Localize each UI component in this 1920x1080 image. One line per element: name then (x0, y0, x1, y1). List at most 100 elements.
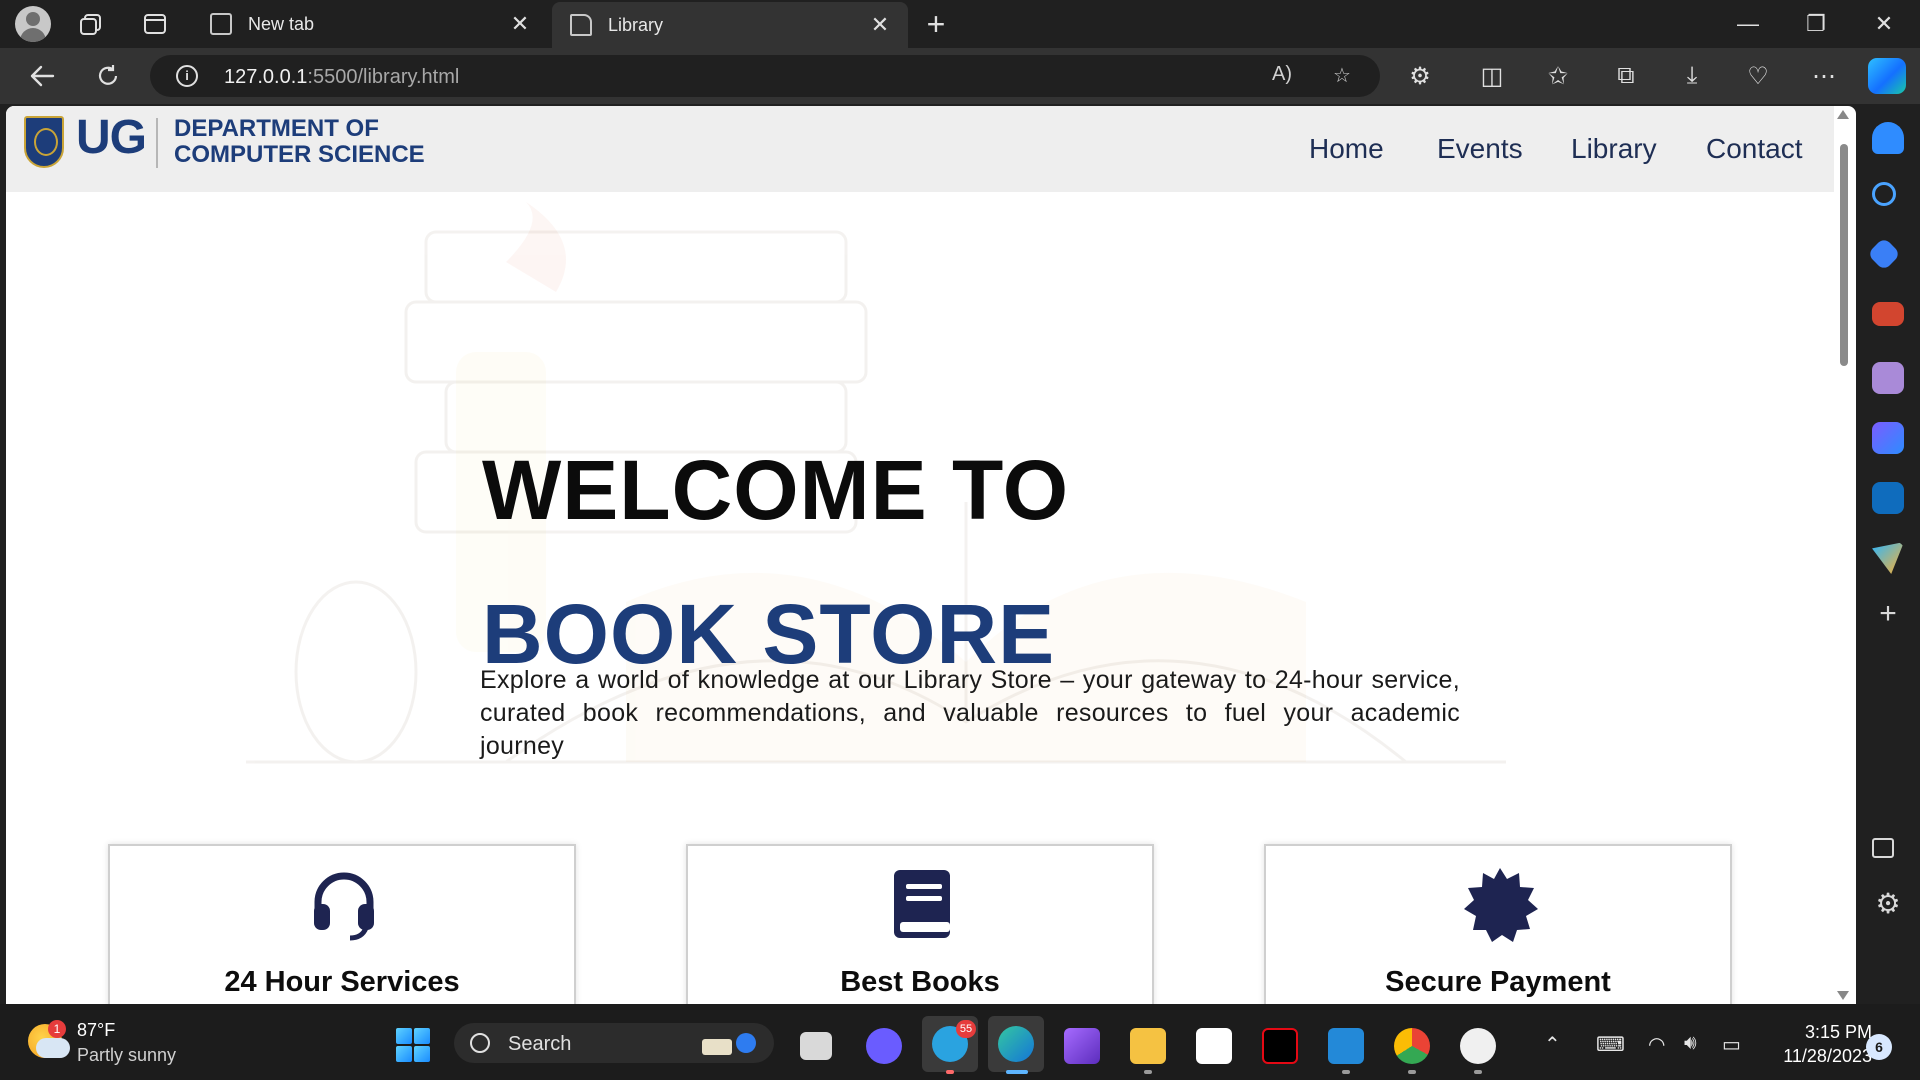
hero-description: Explore a world of knowledge at our Libr… (480, 666, 1460, 760)
netflix-icon[interactable] (1262, 1028, 1298, 1064)
new-tab-button[interactable]: + (918, 6, 954, 42)
shopping-tag-icon[interactable] (1867, 237, 1901, 271)
tab-title: Library (608, 14, 664, 35)
scroll-up-arrow-icon[interactable] (1837, 110, 1849, 119)
start-button[interactable] (396, 1028, 430, 1062)
url-host: 127.0.0.1 (224, 66, 308, 88)
more-options-icon[interactable]: ⋯ (1806, 58, 1842, 94)
page-scrollbar[interactable] (1836, 110, 1850, 1000)
weather-condition: Partly sunny (77, 1045, 177, 1065)
tools-icon[interactable] (1872, 302, 1904, 326)
feature-card-24-hour-services: 24 Hour Services (108, 844, 576, 1004)
games-icon[interactable] (1872, 362, 1904, 394)
browser-essentials-icon[interactable]: ♡ (1740, 58, 1776, 94)
page-viewport: UG DEPARTMENT OF COMPUTER SCIENCE Home E… (6, 106, 1856, 1004)
ug-crest-logo (24, 116, 64, 168)
downloads-icon[interactable]: ⤓ (1674, 58, 1710, 94)
browser-sidebar: + ⚙ (1856, 104, 1920, 1004)
wifi-icon[interactable]: ◠ (1648, 1032, 1665, 1057)
refresh-icon[interactable] (90, 58, 126, 94)
keyboard-icon[interactable]: ⌨ (1596, 1032, 1625, 1057)
taskbar-search-label: Search (508, 1033, 572, 1055)
feature-card-secure-payment: Secure Payment (1264, 844, 1732, 1004)
back-icon[interactable] (24, 58, 60, 94)
minimize-button[interactable]: — (1714, 0, 1782, 48)
collections-icon[interactable]: ⧉ (1608, 58, 1644, 94)
search-highlight-art-icon (702, 1033, 756, 1055)
address-bar[interactable]: i 127.0.0.1:5500/library.html A) ☆ (150, 55, 1380, 97)
notification-center-badge[interactable]: 6 (1866, 1034, 1892, 1060)
notifications-bell-icon[interactable] (1872, 122, 1904, 154)
department-line-1: DEPARTMENT OF (174, 115, 379, 142)
show-hidden-icons-chevron-up-icon[interactable]: ⌃ (1544, 1032, 1561, 1057)
active-indicator (1006, 1070, 1028, 1074)
nav-link-library[interactable]: Library (1571, 133, 1657, 165)
telegram-badge: 55 (956, 1020, 976, 1038)
battery-icon[interactable]: ▭ (1722, 1032, 1741, 1057)
extensions-icon[interactable]: ⚙ (1402, 58, 1438, 94)
sidebar-settings-gear-icon[interactable]: ⚙ (1872, 888, 1904, 920)
close-tab-icon[interactable]: ✕ (508, 11, 532, 37)
running-indicator (1408, 1070, 1416, 1074)
workspaces-icon[interactable] (74, 7, 108, 41)
clock-date: 11/28/2023 (1783, 1046, 1872, 1066)
department-name: DEPARTMENT OF COMPUTER SCIENCE (174, 116, 425, 168)
visual-studio-preview-icon[interactable] (1064, 1028, 1100, 1064)
search-icon (470, 1033, 490, 1053)
microsoft-365-icon[interactable] (1872, 422, 1904, 454)
site-header: UG DEPARTMENT OF COMPUTER SCIENCE Home E… (6, 106, 1834, 192)
nav-link-home[interactable]: Home (1309, 133, 1384, 165)
vertical-tabs-icon[interactable] (138, 7, 172, 41)
cloud-icon (36, 1038, 70, 1058)
headset-icon (314, 872, 374, 941)
task-view-icon[interactable] (800, 1032, 832, 1060)
split-screen-icon[interactable]: ◫ (1474, 58, 1510, 94)
close-window-button[interactable]: ✕ (1850, 0, 1918, 48)
scroll-down-arrow-icon[interactable] (1837, 991, 1849, 1000)
feature-title: Best Books (840, 966, 1000, 998)
windows-taskbar: 1 87°F Partly sunny Search 55 ⌃ ⌨ ◠ 🔊︎ ▭… (0, 1004, 1920, 1080)
tab-library[interactable]: Library ✕ (552, 2, 908, 48)
department-line-2: COMPUTER SCIENCE (174, 141, 425, 168)
scrollbar-thumb[interactable] (1840, 144, 1848, 366)
teams-chat-icon[interactable] (866, 1028, 902, 1064)
read-aloud-icon[interactable]: A) (1268, 63, 1296, 91)
hide-sidebar-icon[interactable] (1872, 838, 1894, 858)
system-clock[interactable]: 3:15 PM 11/28/2023 (1762, 1020, 1872, 1068)
page-icon (210, 13, 232, 35)
feature-title: Secure Payment (1385, 966, 1611, 998)
restore-button[interactable]: ❐ (1782, 0, 1850, 48)
outlook-icon[interactable] (1872, 482, 1904, 514)
favorites-icon[interactable]: ✩ (1540, 58, 1576, 94)
drop-icon[interactable] (1872, 542, 1904, 574)
nav-link-contact[interactable]: Contact (1706, 133, 1803, 165)
site-info-icon[interactable]: i (176, 65, 198, 87)
close-tab-icon[interactable]: ✕ (868, 12, 892, 38)
nav-link-events[interactable]: Events (1437, 133, 1523, 165)
taskbar-search[interactable]: Search (454, 1023, 774, 1063)
badge-icon (1464, 868, 1538, 942)
github-desktop-icon[interactable] (1460, 1028, 1496, 1064)
file-explorer-icon[interactable] (1130, 1028, 1166, 1064)
feature-title: 24 Hour Services (224, 966, 460, 998)
search-icon[interactable] (1872, 182, 1896, 206)
browser-toolbar: i 127.0.0.1:5500/library.html A) ☆ ⚙ ◫ ✩… (0, 48, 1920, 104)
address-url[interactable]: 127.0.0.1:5500/library.html (224, 66, 459, 89)
copilot-icon[interactable] (1868, 58, 1906, 94)
feature-card-best-books: Best Books (686, 844, 1154, 1004)
favorite-star-icon[interactable]: ☆ (1328, 63, 1356, 91)
document-icon (570, 14, 592, 36)
chrome-icon[interactable] (1394, 1028, 1430, 1064)
tab-new-tab[interactable]: New tab ✕ (192, 0, 548, 48)
logo-divider (156, 118, 158, 168)
telegram-app-slot[interactable]: 55 (922, 1016, 978, 1072)
profile-avatar[interactable] (15, 6, 51, 42)
edge-app-slot[interactable] (988, 1016, 1044, 1072)
clock-time: 3:15 PM (1804, 1022, 1872, 1042)
weather-temperature: 87°F (77, 1020, 116, 1040)
microsoft-store-icon[interactable] (1196, 1028, 1232, 1064)
vscode-icon[interactable] (1328, 1028, 1364, 1064)
volume-icon[interactable]: 🔊︎ (1684, 1032, 1697, 1055)
add-sidebar-app-icon[interactable]: + (1872, 598, 1904, 630)
url-path: :5500/library.html (307, 66, 460, 88)
